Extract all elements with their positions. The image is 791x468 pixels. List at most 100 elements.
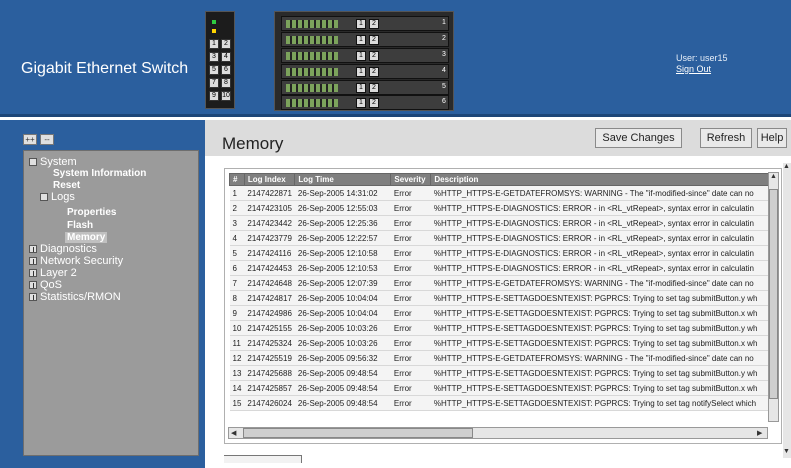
table-row[interactable]: 2 2147423105 26-Sep-2005 12:55:03 Error %HTT… [229, 200, 773, 216]
table-row[interactable]: 11 2147425324 26-Sep-2005 10:03:26 Error %HT… [229, 335, 773, 351]
table-row[interactable]: 13 2147425688 26-Sep-2005 09:48:54 Error %HT… [229, 365, 773, 381]
nav-item-network-security[interactable]: Network Security [29, 256, 123, 267]
expand-icon[interactable] [29, 257, 37, 265]
unit-button[interactable]: 1 [356, 19, 366, 29]
nav-item-system[interactable]: System [29, 157, 77, 168]
table-row[interactable]: 10 2147425155 26-Sep-2005 10:03:26 Error %HT… [229, 320, 773, 336]
unit-button[interactable]: 1 [356, 98, 366, 108]
table-row[interactable]: 7 2147424648 26-Sep-2005 12:07:39 Error %HTT… [229, 275, 773, 291]
port-button[interactable]: 2 [221, 39, 231, 49]
scroll-thumb[interactable] [243, 428, 473, 438]
log-time: 26-Sep-2005 09:48:54 [294, 395, 391, 411]
table-row[interactable]: 5 2147424116 26-Sep-2005 12:10:58 Error %HTT… [229, 245, 773, 261]
nav-item-qos[interactable]: QoS [29, 280, 62, 291]
app-title: Gigabit Ethernet Switch [21, 60, 189, 77]
unit-button[interactable]: 2 [369, 51, 379, 61]
refresh-button[interactable]: Refresh [700, 128, 752, 148]
nav-item-logs[interactable]: Logs [40, 192, 75, 203]
unit-button[interactable]: 1 [356, 51, 366, 61]
table-row[interactable]: 12 2147425519 26-Sep-2005 09:56:32 Error %HT… [229, 350, 773, 366]
unit-button[interactable]: 1 [356, 83, 366, 93]
port-button[interactable]: 1 [209, 39, 219, 49]
table-row[interactable]: 1 2147422871 26-Sep-2005 14:31:02 Error %HTT… [229, 185, 773, 201]
table-row[interactable]: 8 2147424817 26-Sep-2005 10:04:04 Error %HTT… [229, 290, 773, 306]
port-button[interactable]: 8 [221, 78, 231, 88]
log-index: 2147424986 [244, 305, 295, 321]
nav-item-system-information[interactable]: System Information [53, 168, 146, 179]
table-row[interactable]: 6 2147424453 26-Sep-2005 12:10:53 Error %HTT… [229, 260, 773, 276]
page-title: Memory [222, 134, 284, 153]
stack-unit[interactable]: 12 3 [281, 48, 449, 63]
nav-label: Layer 2 [40, 267, 77, 279]
page-vertical-scrollbar[interactable]: ▲ ▼ [783, 163, 791, 458]
help-button[interactable]: Help [757, 128, 787, 148]
unit-button[interactable]: 2 [369, 83, 379, 93]
table-body: 1 2147422871 26-Sep-2005 14:31:02 Error %HTT… [229, 185, 773, 411]
collapse-all-button[interactable]: -- [40, 134, 54, 145]
severity: Error [390, 230, 431, 246]
nav-item-properties[interactable]: Properties [67, 207, 116, 218]
port-button[interactable]: 9 [209, 91, 219, 101]
unit-button[interactable]: 2 [369, 35, 379, 45]
port-button[interactable]: 4 [221, 52, 231, 62]
sign-out-link[interactable]: Sign Out [676, 64, 728, 75]
nav-item-reset[interactable]: Reset [53, 180, 80, 191]
nav-item-statistics-rmon[interactable]: Statistics/RMON [29, 292, 121, 303]
stack-unit[interactable]: 12 4 [281, 64, 449, 79]
expand-icon[interactable] [29, 293, 37, 301]
unit-button[interactable]: 2 [369, 98, 379, 108]
nav-item-flash[interactable]: Flash [67, 220, 93, 231]
port-button[interactable]: 7 [209, 78, 219, 88]
unit-button[interactable]: 1 [356, 67, 366, 77]
nav-label: Statistics/RMON [40, 291, 121, 303]
log-time: 26-Sep-2005 12:25:36 [294, 215, 391, 231]
ports-strip [286, 68, 338, 76]
scroll-thumb[interactable] [769, 189, 778, 399]
arrow-left-icon[interactable]: ◀ [231, 429, 236, 437]
nav-item-memory[interactable]: Memory [65, 232, 108, 243]
arrow-up-icon[interactable]: ▲ [770, 173, 777, 180]
expand-icon[interactable] [29, 269, 37, 277]
unit-button[interactable]: 2 [369, 19, 379, 29]
stack-unit[interactable]: 122 [281, 32, 449, 47]
nav-item-diagnostics[interactable]: Diagnostics [29, 244, 97, 255]
log-index: 2147423442 [244, 215, 295, 231]
log-index: 2147423105 [244, 200, 295, 216]
severity: Error [390, 305, 431, 321]
unit-button[interactable]: 2 [369, 67, 379, 77]
collapse-icon[interactable] [40, 193, 48, 201]
arrow-right-icon[interactable]: ▶ [757, 429, 762, 437]
table-row[interactable]: 15 2147426024 26-Sep-2005 09:48:54 Error %HT… [229, 395, 773, 411]
table-horizontal-scrollbar[interactable]: ◀ ▶ [228, 427, 768, 439]
log-table-container: # Log Index Log Time Severity Descriptio… [224, 168, 782, 444]
table-row[interactable]: 14 2147425857 26-Sep-2005 09:48:54 Error %HT… [229, 380, 773, 396]
status-led-green [212, 20, 216, 24]
description: %HTTP_HTTPS-E-SETTAGDOESNTEXIST: PGPRCS:… [430, 305, 773, 321]
table-vertical-scrollbar[interactable]: ▲ [768, 172, 779, 422]
table-row[interactable]: 9 2147424986 26-Sep-2005 10:04:04 Error %HTT… [229, 305, 773, 321]
stack-unit[interactable]: 121 [281, 16, 449, 31]
port-button[interactable]: 10 [221, 91, 231, 101]
nav-item-layer-2[interactable]: Layer 2 [29, 268, 77, 279]
save-changes-button[interactable]: Save Changes [595, 128, 682, 148]
table-row[interactable]: 3 2147423442 26-Sep-2005 12:25:36 Error %HTT… [229, 215, 773, 231]
expand-all-button[interactable]: ++ [23, 134, 37, 145]
unit-button[interactable]: 1 [356, 35, 366, 45]
arrow-down-icon[interactable]: ▼ [783, 448, 790, 455]
port-button[interactable]: 3 [209, 52, 219, 62]
collapse-icon[interactable] [29, 158, 37, 166]
port-button[interactable]: 5 [209, 65, 219, 75]
expand-icon[interactable] [29, 281, 37, 289]
log-time: 26-Sep-2005 12:55:03 [294, 200, 391, 216]
unit-number: 2 [442, 35, 446, 42]
arrow-up-icon[interactable]: ▲ [783, 163, 790, 170]
user-label: User: user15 [676, 53, 728, 63]
description: %HTTP_HTTPS-E-DIAGNOSTICS: ERROR - in <R… [430, 200, 773, 216]
switch-stack-image: 121 122 123 124 125 126 [274, 11, 454, 111]
stack-unit[interactable]: 12 6 [281, 95, 449, 110]
expand-icon[interactable] [29, 245, 37, 253]
log-time: 26-Sep-2005 12:10:53 [294, 260, 391, 276]
port-button[interactable]: 6 [221, 65, 231, 75]
stack-unit[interactable]: 12 5 [281, 80, 449, 95]
table-row[interactable]: 4 2147423779 26-Sep-2005 12:22:57 Error %HTT… [229, 230, 773, 246]
